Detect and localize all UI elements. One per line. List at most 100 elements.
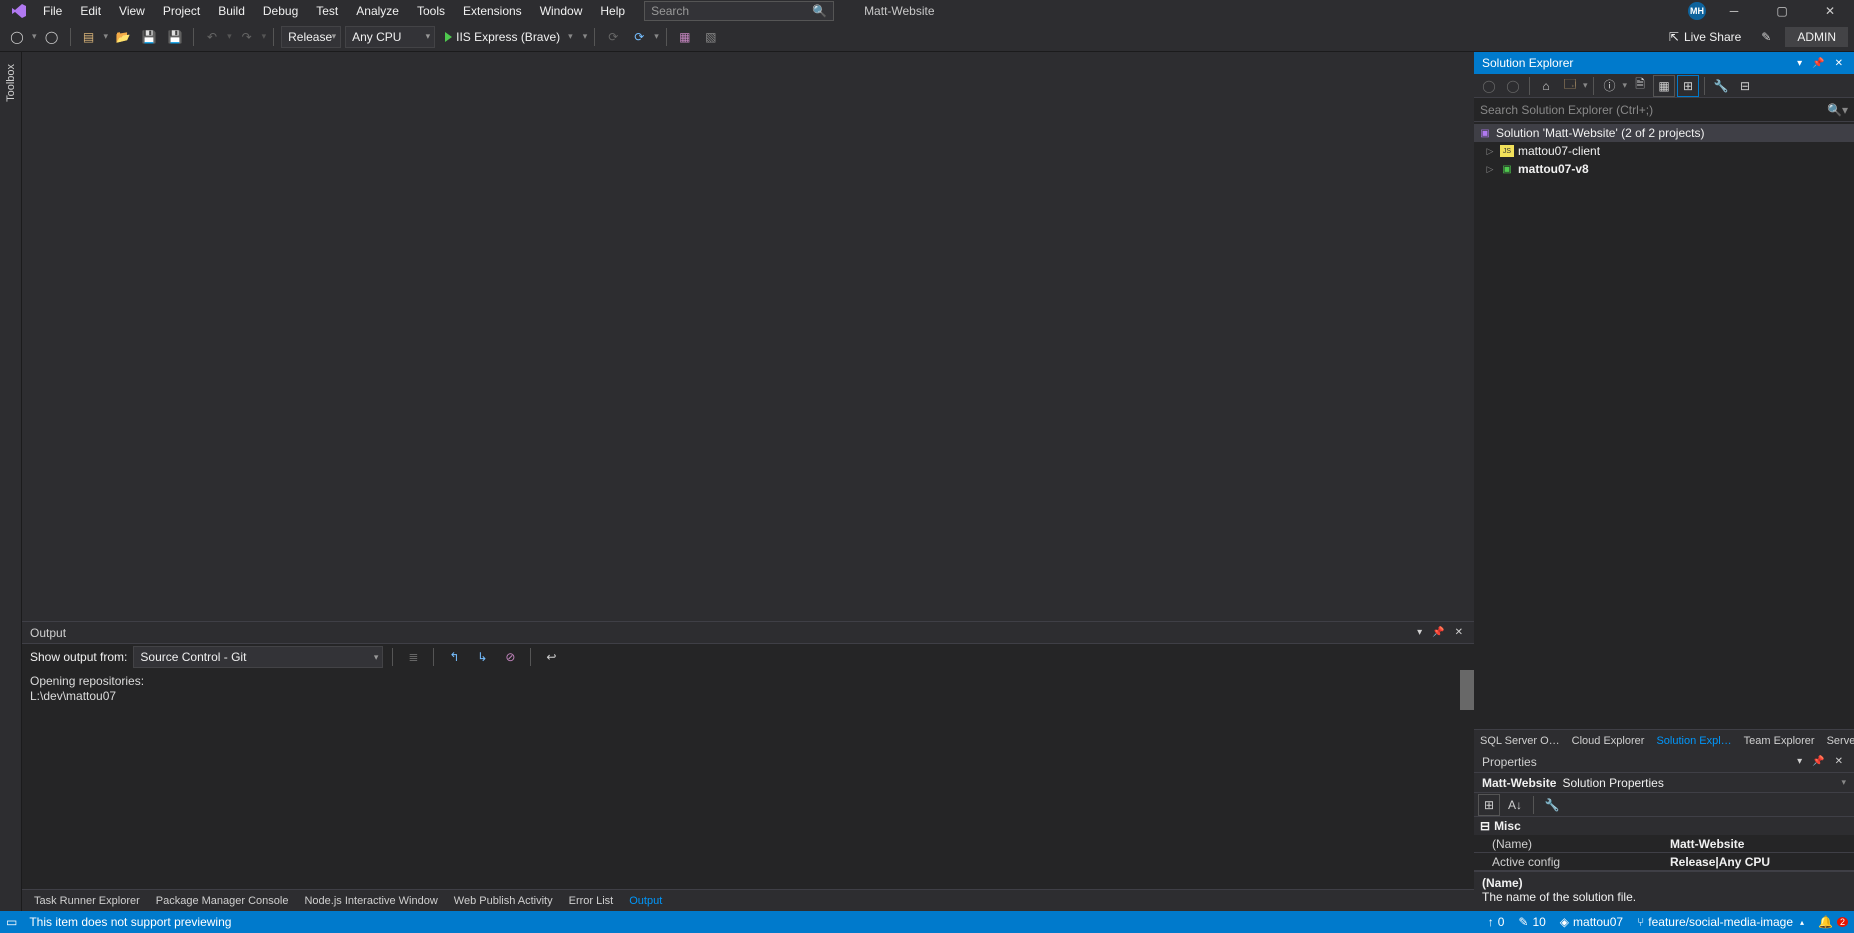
status-repo[interactable]: ◈mattou07 (1560, 915, 1623, 929)
menu-project[interactable]: Project (154, 1, 209, 21)
status-pending-changes[interactable]: ✎10 (1518, 915, 1545, 929)
tab-error-list[interactable]: Error List (561, 892, 622, 910)
expand-icon[interactable]: ▷ (1484, 146, 1496, 157)
status-unpushed[interactable]: ↑0 (1488, 915, 1505, 929)
nav-forward-button[interactable]: ◯ (41, 26, 63, 48)
props-pin-button[interactable]: 📌 (1809, 756, 1827, 767)
se-back-button[interactable]: ◯ (1478, 75, 1500, 97)
tab-output[interactable]: Output (621, 892, 670, 910)
se-home-button[interactable]: ⌂ (1535, 75, 1557, 97)
toolbox-tab[interactable]: Toolbox (3, 58, 19, 108)
tab-sql-server[interactable]: SQL Server O… (1474, 732, 1566, 750)
tab-pkg-mgr-console[interactable]: Package Manager Console (148, 892, 297, 910)
property-value[interactable]: Matt-Website (1664, 835, 1854, 852)
output-next-button[interactable]: ↳ (471, 646, 493, 668)
solution-config-dropdown[interactable]: Release (281, 26, 341, 48)
props-alpha-button[interactable]: A↓ (1504, 794, 1526, 816)
se-window-position[interactable]: ▾ (1794, 58, 1805, 69)
props-pages-button[interactable]: 🔧 (1541, 794, 1563, 816)
tab-server-explorer[interactable]: Server Explorer (1821, 732, 1854, 750)
se-show-all-button[interactable]: ⊞ (1677, 75, 1699, 97)
property-row[interactable]: (Name) Matt-Website (1474, 835, 1854, 853)
se-forward-button[interactable]: ◯ (1502, 75, 1524, 97)
browser-link-button[interactable]: ⟳ (602, 26, 624, 48)
close-button[interactable]: ✕ (1810, 0, 1850, 22)
panel-pin-button[interactable]: 📌 (1429, 627, 1447, 638)
property-value[interactable]: Release|Any CPU (1664, 853, 1854, 870)
solution-root-node[interactable]: ▣ Solution 'Matt-Website' (2 of 2 projec… (1474, 124, 1854, 142)
menu-edit[interactable]: Edit (71, 1, 110, 21)
new-project-button[interactable]: ▤ (78, 26, 100, 48)
se-preview-button[interactable]: ⊟ (1734, 75, 1756, 97)
menu-file[interactable]: File (34, 1, 71, 21)
output-source-dropdown[interactable]: Source Control - Git (133, 646, 383, 668)
tab-team-explorer[interactable]: Team Explorer (1738, 732, 1821, 750)
output-scrollbar[interactable] (1460, 670, 1474, 710)
feedback-button[interactable]: ✎ (1755, 26, 1777, 48)
panel-close-button[interactable]: ✕ (1452, 627, 1466, 638)
tab-web-publish[interactable]: Web Publish Activity (446, 892, 561, 910)
output-text-area[interactable]: Opening repositories: L:\dev\mattou07 (22, 670, 1474, 889)
se-properties-button[interactable]: 🔧 (1710, 75, 1732, 97)
menu-extensions[interactable]: Extensions (454, 1, 531, 21)
run-target-label: IIS Express (Brave) (456, 30, 560, 44)
menu-window[interactable]: Window (531, 1, 592, 21)
maximize-button[interactable]: ▢ (1762, 0, 1802, 22)
solution-platform-dropdown[interactable]: Any CPU (345, 26, 435, 48)
menu-analyze[interactable]: Analyze (347, 1, 408, 21)
admin-badge[interactable]: ADMIN (1785, 27, 1848, 47)
se-close-button[interactable]: ✕ (1832, 58, 1846, 69)
browser-link-refresh[interactable]: ⟳ (628, 26, 650, 48)
tab-node-interactive[interactable]: Node.js Interactive Window (296, 892, 445, 910)
project-node[interactable]: ▷ ▣ mattou07-v8 (1474, 160, 1854, 178)
output-wrap-button[interactable]: ↩ (540, 646, 562, 668)
property-row[interactable]: Active config Release|Any CPU (1474, 853, 1854, 871)
status-output-icon[interactable]: ▭ (6, 915, 17, 929)
save-button[interactable]: 💾 (138, 26, 160, 48)
properties-object-selector[interactable]: Matt-Website Solution Properties ▾ (1474, 773, 1854, 793)
property-category[interactable]: ⊟ Misc (1474, 817, 1854, 835)
start-debug-button[interactable]: IIS Express (Brave) ▾ (439, 26, 579, 48)
se-refresh-button[interactable]: 🗎 (1629, 75, 1651, 97)
redo-button[interactable]: ↷ (236, 26, 258, 48)
status-notifications[interactable]: 🔔2 (1818, 915, 1848, 929)
undo-button[interactable]: ↶ (201, 26, 223, 48)
expand-icon[interactable]: ▷ (1484, 164, 1496, 175)
nav-back-button[interactable]: ◯ (6, 26, 28, 48)
status-branch[interactable]: ⑂feature/social-media-image▴ (1637, 915, 1804, 929)
collapse-icon[interactable]: ⊟ (1480, 819, 1490, 833)
properties-panel: Properties ▾ 📌 ✕ Matt-Website Solution P… (1474, 751, 1854, 911)
extension-button-2[interactable]: ▧ (700, 26, 722, 48)
tab-task-runner[interactable]: Task Runner Explorer (26, 892, 148, 910)
save-all-button[interactable]: 💾 (164, 26, 186, 48)
user-avatar[interactable]: MH (1688, 2, 1706, 20)
live-share-button[interactable]: ⇱ Live Share (1663, 30, 1747, 44)
solution-explorer-search[interactable]: Search Solution Explorer (Ctrl+;) 🔍▾ (1474, 98, 1854, 122)
menu-test[interactable]: Test (307, 1, 347, 21)
open-file-button[interactable]: 📂 (112, 26, 134, 48)
solution-name-label: Matt-Website (854, 2, 944, 20)
project-node[interactable]: ▷ JS mattou07-client (1474, 142, 1854, 160)
output-clear-button[interactable]: ⊘ (499, 646, 521, 668)
panel-window-position[interactable]: ▾ (1414, 627, 1425, 638)
menu-build[interactable]: Build (209, 1, 254, 21)
menu-tools[interactable]: Tools (408, 1, 454, 21)
quick-search-input[interactable]: Search 🔍 (644, 1, 834, 21)
se-sync-button[interactable]: 🗔 (1559, 75, 1581, 97)
minimize-button[interactable]: ─ (1714, 0, 1754, 22)
se-collapse-button[interactable]: ▦ (1653, 75, 1675, 97)
props-window-position[interactable]: ▾ (1794, 756, 1805, 767)
output-prev-button[interactable]: ↰ (443, 646, 465, 668)
props-categorized-button[interactable]: ⊞ (1478, 794, 1500, 816)
se-pin-button[interactable]: 📌 (1809, 58, 1827, 69)
main-area: Toolbox Output ▾ 📌 ✕ Show output from: S… (0, 52, 1854, 911)
menu-help[interactable]: Help (591, 1, 634, 21)
menu-view[interactable]: View (110, 1, 154, 21)
menu-debug[interactable]: Debug (254, 1, 307, 21)
se-pending-button[interactable]: ⓘ (1599, 75, 1621, 97)
props-close-button[interactable]: ✕ (1832, 756, 1846, 767)
output-find-button[interactable]: ≣ (402, 646, 424, 668)
tab-solution-explorer[interactable]: Solution Expl… (1650, 732, 1737, 750)
tab-cloud-explorer[interactable]: Cloud Explorer (1566, 732, 1651, 750)
extension-button-1[interactable]: ▦ (674, 26, 696, 48)
